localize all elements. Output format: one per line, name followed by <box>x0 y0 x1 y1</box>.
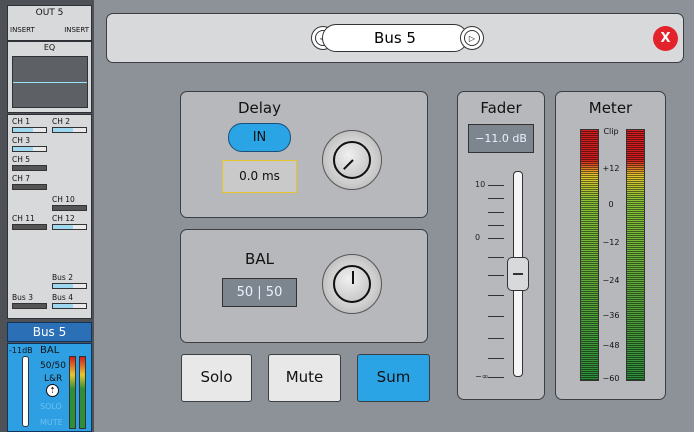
fader-scale-line <box>488 295 504 296</box>
fader-scale-line <box>488 338 504 339</box>
channel-label: CH 10 <box>52 195 75 204</box>
close-button[interactable]: X <box>653 26 678 51</box>
bus-bal-value: 50/50 <box>40 361 66 371</box>
channel-label: CH 11 <box>12 214 35 223</box>
bus-mini-meter-right <box>79 356 86 429</box>
bus-strip-mini[interactable]: -11dB BAL 50/50 L&R ⇡ SOLO MUTE <box>7 343 92 432</box>
link-icon[interactable]: ⇡ <box>46 384 59 397</box>
bal-title: BAL <box>245 250 274 268</box>
eq-curve-display[interactable] <box>12 56 88 108</box>
fader-title: Fader <box>480 99 522 117</box>
meter-scale-label: −48 <box>602 341 620 350</box>
fader-scale-line <box>488 198 504 199</box>
knob-pointer <box>352 271 354 284</box>
channel-strip: OUT 5 INSERT INSERT EQ CH 1 CH 2 CH 3 CH… <box>0 0 94 432</box>
knob-cap <box>333 265 371 303</box>
bal-panel <box>180 229 428 343</box>
channel-send-bar[interactable] <box>52 205 87 211</box>
fader-scale-line <box>488 275 504 276</box>
channel-label: Bus 4 <box>52 293 73 302</box>
meter-scale-label: −24 <box>602 276 620 285</box>
bus-level-label: -11dB <box>9 346 33 355</box>
delay-title: Delay <box>237 99 281 117</box>
channel-send-bar[interactable] <box>52 127 87 133</box>
delay-panel <box>180 91 428 218</box>
fader-scale-label: 0 <box>475 233 481 242</box>
bus-mute-label[interactable]: MUTE <box>40 418 63 427</box>
meter-scale-label: −60 <box>602 374 620 383</box>
fader-scale-line <box>488 257 504 258</box>
channel-send-bar[interactable] <box>12 303 47 309</box>
mute-button[interactable]: Mute <box>268 354 341 402</box>
eq-title: EQ <box>43 43 56 52</box>
channel-send-bar[interactable] <box>12 224 47 230</box>
bal-value-field[interactable]: 50 | 50 <box>222 278 297 307</box>
meter-scale-label: −36 <box>602 311 620 320</box>
fader-scale-line <box>488 212 504 213</box>
delay-knob[interactable] <box>322 130 382 190</box>
channel-label: Bus 2 <box>52 273 73 282</box>
channel-send-bar[interactable] <box>52 303 87 309</box>
channel-label: CH 1 <box>12 117 31 126</box>
bus-lr-label: L&R <box>44 374 63 384</box>
insert-left-label[interactable]: INSERT <box>10 26 35 34</box>
bus-mini-meter-left <box>69 356 76 429</box>
fader-value-field[interactable]: −11.0 dB <box>468 124 534 153</box>
meter-title: Meter <box>588 99 633 117</box>
channel-send-bar[interactable] <box>52 283 87 289</box>
meter-scale-label: +12 <box>602 164 620 173</box>
meter-scale-label: 0 <box>608 200 614 209</box>
eq-curve-line <box>13 82 87 83</box>
meter-scale-label: −12 <box>602 238 620 247</box>
knob-cap <box>333 141 371 179</box>
knob-pointer <box>343 159 354 170</box>
fader-scale-line <box>488 185 504 186</box>
bus-solo-label[interactable]: SOLO <box>40 402 62 411</box>
fader-scale-line <box>488 358 504 359</box>
channel-label: CH 12 <box>52 214 75 223</box>
bus-mini-fader[interactable] <box>22 356 29 427</box>
fader-scale-label: −∞ <box>475 372 489 381</box>
fader-scale-line <box>488 377 504 378</box>
channel-send-bar[interactable] <box>12 146 47 152</box>
next-bus-button[interactable]: ▷ <box>460 26 484 50</box>
channel-label: CH 3 <box>12 136 31 145</box>
fader-scale-line <box>488 225 504 226</box>
output-box[interactable]: OUT 5 INSERT INSERT <box>7 5 92 41</box>
channel-send-bar[interactable] <box>12 165 47 171</box>
page-title: Bus 5 <box>322 24 468 52</box>
bus-tab[interactable]: Bus 5 <box>7 322 92 342</box>
handle-grip <box>513 273 523 275</box>
chevron-right-icon: ▷ <box>464 30 480 46</box>
channel-send-bar[interactable] <box>12 127 47 133</box>
fader-scale-label: 10 <box>475 180 486 189</box>
output-title: OUT 5 <box>35 8 64 18</box>
channel-label: Bus 3 <box>12 293 33 302</box>
fader-handle[interactable] <box>507 257 529 291</box>
insert-right-label[interactable]: INSERT <box>64 26 89 34</box>
fader-scale-line <box>488 316 504 317</box>
channel-send-bar[interactable] <box>12 184 47 190</box>
bal-knob[interactable] <box>322 254 382 314</box>
solo-button[interactable]: Solo <box>181 354 252 402</box>
sum-button[interactable]: Sum <box>357 354 430 402</box>
eq-box[interactable]: EQ <box>7 41 92 113</box>
channel-label: CH 7 <box>12 174 31 183</box>
meter-scale-label: Clip <box>603 127 619 136</box>
channel-routing-list: CH 1 CH 2 CH 3 CH 5 CH 7 CH 10 CH 11 CH … <box>7 114 92 319</box>
delay-value-field[interactable]: 0.0 ms <box>222 160 297 193</box>
delay-in-button[interactable]: IN <box>228 123 291 152</box>
channel-label: CH 5 <box>12 155 31 164</box>
bus-bal-title: BAL <box>40 345 60 356</box>
channel-send-bar[interactable] <box>52 224 87 230</box>
channel-label: CH 2 <box>52 117 71 126</box>
fader-scale-line <box>488 238 504 239</box>
